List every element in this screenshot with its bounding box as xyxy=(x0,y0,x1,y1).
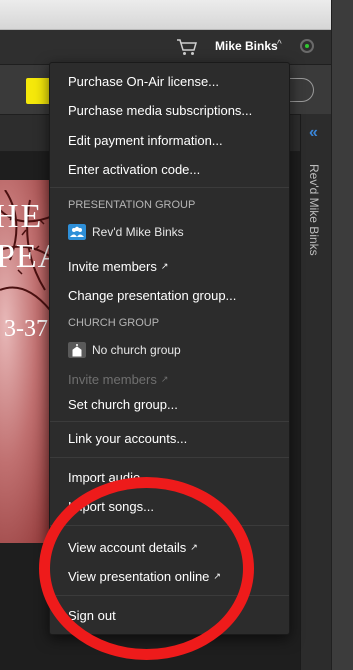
slide-title-line-1: HE xyxy=(0,198,44,235)
menu-item-label: Invite members xyxy=(68,372,157,387)
menu-item-purchase-license[interactable]: Purchase On-Air license... xyxy=(68,74,219,89)
window-titlebar xyxy=(0,0,353,30)
menu-item-invite-members[interactable]: Invite members ↗ xyxy=(68,259,168,274)
window-edge xyxy=(331,0,353,670)
online-status-icon[interactable] xyxy=(300,39,314,53)
menu-item-import-audio[interactable]: Import audio... xyxy=(68,470,151,485)
menu-item-sign-out[interactable]: Sign out xyxy=(68,608,116,623)
presentation-group-name: Rev'd Mike Binks xyxy=(92,225,184,239)
menu-item-link-accounts[interactable]: Link your accounts... xyxy=(68,431,187,446)
user-menu-button[interactable]: Mike Binks xyxy=(215,39,278,53)
menu-separator xyxy=(50,421,289,422)
menu-item-import-songs[interactable]: Import songs... xyxy=(68,499,154,514)
menu-item-invite-members-disabled: Invite members ↗ xyxy=(68,372,168,387)
side-panel-label: Rev'd Mike Binks xyxy=(307,164,321,256)
menu-item-label: View account details xyxy=(68,540,187,555)
group-icon xyxy=(68,224,86,240)
church-icon xyxy=(68,342,86,358)
external-link-icon: ↗ xyxy=(190,542,198,552)
menu-separator xyxy=(50,457,289,458)
menu-item-change-presentation-group[interactable]: Change presentation group... xyxy=(68,288,236,303)
church-group-name: No church group xyxy=(92,343,181,357)
collapse-panel-icon[interactable]: « xyxy=(309,124,318,142)
section-header-church-group: CHURCH GROUP xyxy=(68,317,160,329)
cart-icon[interactable] xyxy=(176,38,198,56)
external-link-icon: ↗ xyxy=(160,374,169,384)
slide-verse-reference: 3-37 xyxy=(4,316,48,342)
menu-item-enter-activation[interactable]: Enter activation code... xyxy=(68,162,200,177)
menu-item-edit-payment[interactable]: Edit payment information... xyxy=(68,133,223,148)
menu-item-view-presentation-online[interactable]: View presentation online ↗ xyxy=(68,569,221,584)
menu-separator xyxy=(50,595,289,596)
chevron-up-icon[interactable]: ^ xyxy=(277,39,282,50)
menu-item-purchase-media[interactable]: Purchase media subscriptions... xyxy=(68,103,252,118)
menu-separator xyxy=(50,187,289,188)
menu-item-set-church-group[interactable]: Set church group... xyxy=(68,397,178,412)
external-link-icon: ↗ xyxy=(213,571,221,581)
menu-item-label: Invite members xyxy=(68,259,157,274)
section-header-presentation-group: PRESENTATION GROUP xyxy=(68,199,196,211)
external-link-icon: ↗ xyxy=(160,261,169,271)
menu-item-label: View presentation online xyxy=(68,569,210,584)
account-dropdown-menu: Purchase On-Air license... Purchase medi… xyxy=(49,62,290,635)
menu-item-view-account-details[interactable]: View account details ↗ xyxy=(68,540,198,555)
menu-separator xyxy=(50,525,289,526)
